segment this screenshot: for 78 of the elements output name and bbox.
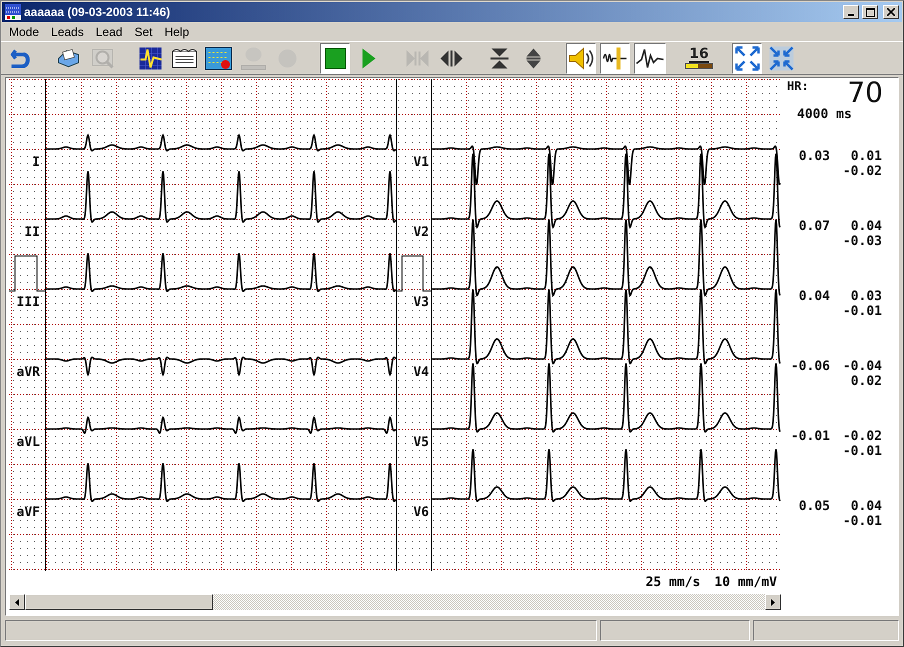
measurement-value: 0.03 [850, 289, 882, 304]
expand-arrows-icon [734, 46, 760, 70]
undo-icon [10, 48, 30, 68]
lead-label: V1 [413, 155, 429, 170]
filter-icon [602, 46, 628, 70]
window-title: aaaaaa (09-03-2003 11:46) [24, 5, 172, 19]
lead-label: V5 [413, 435, 429, 450]
wave-button[interactable] [634, 42, 666, 74]
speaker-icon [568, 46, 594, 70]
close-icon [887, 8, 895, 16]
measurement-value: -0.01 [842, 304, 882, 319]
lead-label: V4 [413, 365, 429, 380]
printer-icon [56, 48, 80, 68]
minimize-icon [848, 14, 854, 16]
menu-item[interactable]: Set [128, 25, 158, 39]
sound-button[interactable] [566, 42, 596, 74]
maximize-button[interactable] [862, 5, 878, 19]
collapse-icon [488, 46, 510, 70]
measurement-value: 0.03 [798, 149, 830, 164]
split-arrows-icon [438, 48, 464, 68]
gain-setting: 10 mm/mV [714, 574, 777, 590]
stop-icon [324, 46, 346, 70]
app-icon [5, 4, 21, 20]
expand-button[interactable] [732, 42, 762, 74]
lead-label: II [24, 225, 40, 240]
play-icon [361, 46, 377, 70]
measurement-value: 0.04 [850, 219, 882, 234]
lead-label: V6 [413, 505, 429, 520]
lead-label: aVR [16, 365, 40, 380]
measurement-value: 0.04 [798, 289, 830, 304]
right-arrow-icon [771, 598, 775, 606]
measurement-value: 0.01 [850, 149, 882, 164]
notepad-icon [170, 48, 198, 68]
record-bar-icon [240, 46, 266, 70]
measurement-value: -0.02 [842, 429, 882, 444]
magnifier-icon [90, 48, 114, 68]
measurement-value: -0.03 [842, 234, 882, 249]
filter-button[interactable] [600, 42, 630, 74]
menu-item[interactable]: Lead [90, 25, 128, 39]
skip-icon [406, 50, 428, 66]
lead-label: aVF [16, 505, 40, 520]
shrink-arrows-icon [768, 44, 794, 72]
lead-label: V3 [413, 295, 429, 310]
up-down-arrows-icon [524, 46, 542, 70]
duration-label: 4000 ms [797, 107, 852, 122]
lead-label: I [32, 155, 40, 170]
measurement-value: -0.01 [790, 429, 830, 444]
measurement-value: 0.02 [850, 374, 882, 389]
measurement-value: -0.01 [842, 514, 882, 529]
left-arrow-icon [15, 598, 19, 606]
measurement-value: 0.05 [798, 499, 830, 514]
menu-item[interactable]: Mode [3, 25, 46, 39]
lead-label: III [16, 295, 40, 310]
scroll-left-button[interactable] [9, 594, 25, 610]
grid-icon [204, 46, 233, 70]
paper-speed: 25 mm/s [646, 574, 700, 590]
measurement-value: -0.02 [842, 164, 882, 179]
measurement-value: 0.07 [798, 219, 830, 234]
wave-icon [635, 48, 665, 68]
heart-rate-value: 70 [847, 79, 883, 107]
heart-rate-label: HR: [787, 79, 809, 93]
scroll-thumb[interactable] [25, 594, 213, 610]
measurement-value: -0.01 [842, 444, 882, 459]
maximize-icon [866, 8, 874, 16]
lead-label: V2 [413, 225, 429, 240]
menu-item[interactable]: Leads [45, 25, 90, 39]
speed-button[interactable]: 16 [684, 42, 714, 74]
measurement-value: -0.06 [790, 359, 830, 374]
scroll-right-button[interactable] [765, 594, 781, 610]
ecg-monitor-icon [138, 46, 162, 70]
horizontal-scrollbar[interactable] [9, 594, 781, 610]
menu-item[interactable]: Help [158, 25, 196, 39]
minimize-button[interactable] [843, 5, 859, 19]
close-button[interactable] [883, 5, 899, 19]
measurement-value: 0.04 [850, 499, 882, 514]
lead-label: aVL [16, 435, 40, 450]
stop-button[interactable] [320, 42, 350, 74]
measurement-value: -0.04 [842, 359, 882, 374]
